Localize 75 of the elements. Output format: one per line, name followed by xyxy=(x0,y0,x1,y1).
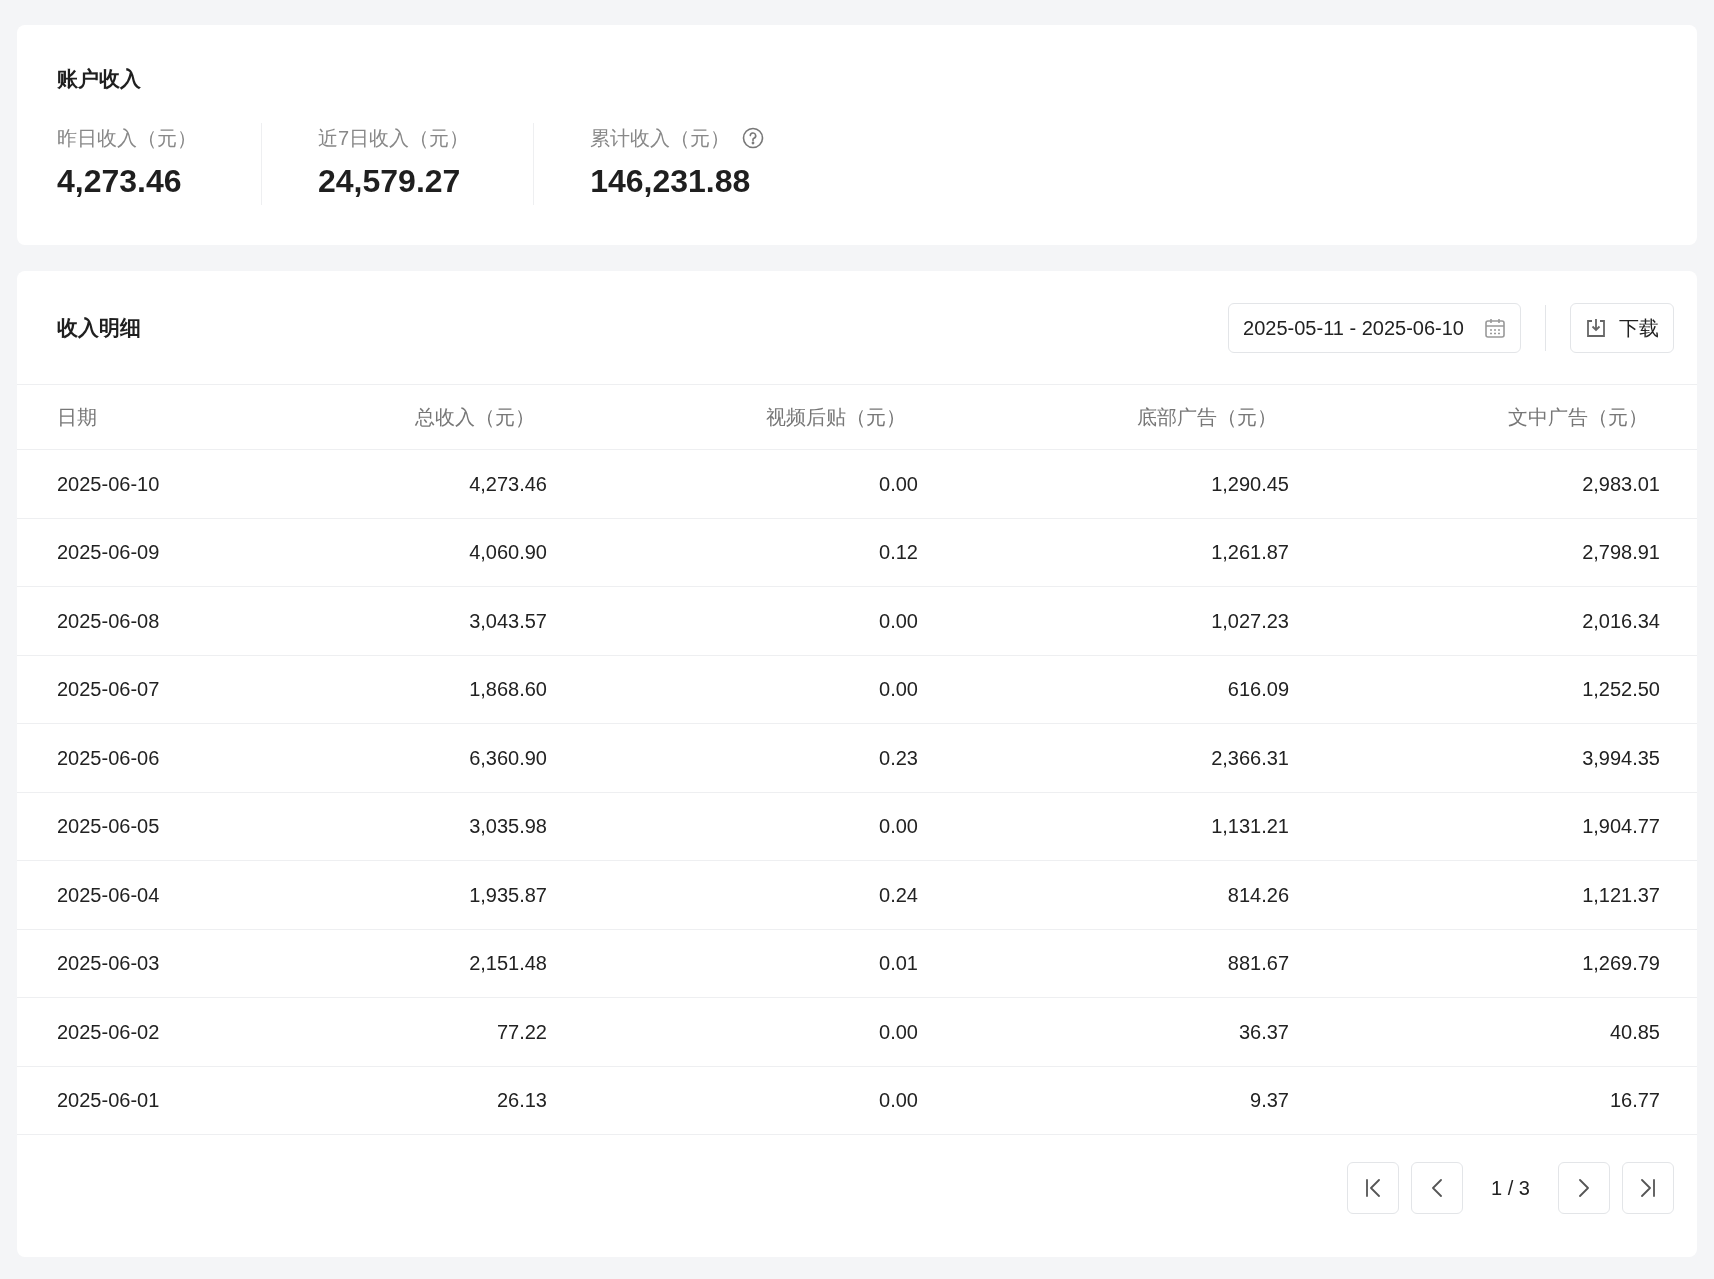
date-range-field[interactable]: 2025-05-11 - 2025-06-10 xyxy=(1228,302,1521,353)
table-cell-text: 2025-06-09 xyxy=(57,540,161,566)
table-cell-text: 0.00 xyxy=(879,814,918,840)
table-cell-text: 0.12 xyxy=(879,540,918,566)
table-cell-text: 1,904.77 xyxy=(1582,814,1660,840)
column-header: 总收入（元） xyxy=(415,405,536,430)
table-cell-text: 2025-06-06 xyxy=(57,745,161,771)
table-cell-text: 2,983.01 xyxy=(1582,471,1660,497)
table-cell-text: 0.23 xyxy=(879,745,918,771)
table-cell-text: 6,360.90 xyxy=(469,745,547,771)
table-cell-text: 1,261.87 xyxy=(1211,540,1289,566)
table-cell-text: 2025-06-07 xyxy=(57,677,161,703)
page-indicator: 1 / 3 xyxy=(1490,1176,1531,1201)
table-cell-text: 2025-06-05 xyxy=(57,814,161,840)
table-cell-text: 0.00 xyxy=(879,471,918,497)
column-header: 底部广告（元） xyxy=(1137,405,1278,430)
stat-label: 昨日收入（元） xyxy=(57,125,197,151)
card-title: 账户收入 xyxy=(57,66,141,92)
last-page-icon xyxy=(1641,1179,1655,1197)
stat-value: 4,273.46 xyxy=(57,161,182,201)
table-cell-text: 2,016.34 xyxy=(1582,608,1660,634)
table-cell-text: 881.67 xyxy=(1227,951,1289,977)
table-cell-text: 2,798.91 xyxy=(1582,540,1660,566)
table-cell-text: 0.24 xyxy=(879,882,918,908)
table-cell-text: 616.09 xyxy=(1227,677,1289,703)
table-cell-text: 36.37 xyxy=(1238,1019,1289,1045)
stat-label: 累计收入（元） xyxy=(590,125,731,151)
table-cell-text: 2025-06-02 xyxy=(57,1019,161,1045)
table-cell-text: 0.00 xyxy=(879,1088,918,1114)
help-icon[interactable] xyxy=(742,126,765,149)
next-page-icon xyxy=(1579,1179,1589,1197)
column-header: 文中广告（元） xyxy=(1508,405,1649,430)
table-cell-text: 2025-06-04 xyxy=(57,882,161,908)
table-cell-text: 3,035.98 xyxy=(469,814,547,840)
table-cell-text: 1,252.50 xyxy=(1582,677,1660,703)
column-header: 视频后贴（元） xyxy=(766,405,907,430)
table-cell-text: 0.00 xyxy=(879,608,918,634)
table-cell-text: 77.22 xyxy=(496,1019,547,1045)
table-cell-text: 2025-06-08 xyxy=(57,608,161,634)
table-cell-text: 0.00 xyxy=(879,677,918,703)
table-cell-text: 1,027.23 xyxy=(1211,608,1289,634)
card-title: 收入明细 xyxy=(57,314,141,341)
calendar-icon xyxy=(1484,316,1506,339)
table-cell-text: 0.00 xyxy=(879,1019,918,1045)
table-cell-text: 3,994.35 xyxy=(1582,745,1660,771)
table-cell-text: 1,269.79 xyxy=(1582,951,1660,977)
table-cell-text: 1,290.45 xyxy=(1211,471,1289,497)
table-cell-text: 2,366.31 xyxy=(1211,745,1289,771)
table-cell-text: 26.13 xyxy=(496,1088,547,1114)
first-page-button[interactable] xyxy=(1347,1162,1400,1214)
stat-label: 近7日收入（元） xyxy=(318,125,470,151)
table-cell-text: 1,868.60 xyxy=(469,677,547,703)
last-page-button[interactable] xyxy=(1622,1162,1674,1214)
stat-value: 24,579.27 xyxy=(318,161,461,201)
table-cell-text: 2,151.48 xyxy=(469,951,547,977)
table-cell-text: 1,935.87 xyxy=(469,882,547,908)
table-cell-text: 1,131.21 xyxy=(1211,814,1289,840)
table-cell-text: 2025-06-10 xyxy=(57,471,161,497)
table-cell-text: 2025-06-01 xyxy=(57,1088,161,1114)
table-cell-text: 2025-06-03 xyxy=(57,951,161,977)
table-cell-text: 3,043.57 xyxy=(469,608,547,634)
table-cell-text: 4,060.90 xyxy=(469,540,547,566)
table-cell-text: 1,121.37 xyxy=(1582,882,1660,908)
table-cell-text: 0.01 xyxy=(879,951,918,977)
download-button[interactable]: 下载 xyxy=(1570,302,1674,353)
table-cell-text: 814.26 xyxy=(1227,882,1289,908)
column-header: 日期 xyxy=(57,405,98,430)
table-cell-text: 40.85 xyxy=(1609,1019,1660,1045)
previous-page-icon xyxy=(1432,1179,1443,1197)
stat-value: 146,231.88 xyxy=(590,161,751,201)
table-cell-text: 4,273.46 xyxy=(469,471,547,497)
table-cell-text: 16.77 xyxy=(1609,1088,1660,1114)
download-icon xyxy=(1585,316,1607,339)
table-cell-text: 9.37 xyxy=(1250,1088,1289,1114)
first-page-icon xyxy=(1366,1179,1381,1197)
